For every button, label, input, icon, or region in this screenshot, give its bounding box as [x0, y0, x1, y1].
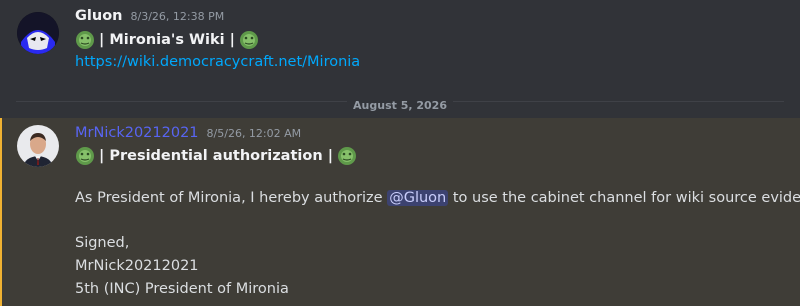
user-mention[interactable]: @Gluon [387, 190, 449, 206]
body-text-before: As President of Mironia, I hereby author… [75, 190, 388, 206]
message-gluon: Gluon 8/3/26, 12:38 PM | Mironia's Wiki … [0, 0, 800, 84]
author-name[interactable]: Gluon [75, 8, 122, 24]
avatar[interactable] [17, 125, 59, 167]
avatar[interactable] [17, 12, 59, 54]
message-mrnick: MrNick20212021 8/5/26, 12:02 AM | Presid… [0, 118, 800, 306]
timestamp[interactable]: 8/3/26, 12:38 PM [130, 10, 224, 23]
date-divider: August 5, 2026 [0, 94, 800, 113]
message-title-line: | Mironia's Wiki | [75, 30, 259, 50]
sign-title-line: 5th (INC) President of Mironia [75, 281, 289, 297]
signed-line: Signed, [75, 235, 130, 251]
message-title: | Presidential authorization | [99, 148, 333, 164]
message-title-line: | Presidential authorization | [75, 146, 357, 166]
body-text-after: to use the cabinet channel for wiki sour… [448, 190, 800, 206]
sign-name-line: MrNick20212021 [75, 258, 199, 274]
message-link-line: https://wiki.democracycraft.net/Mironia [75, 54, 360, 70]
message-title: | Mironia's Wiki | [99, 32, 235, 48]
date-divider-label: August 5, 2026 [347, 99, 453, 112]
timestamp[interactable]: 8/5/26, 12:02 AM [207, 127, 302, 140]
frog-emoji-icon[interactable] [75, 30, 95, 50]
mention-highlight-bar [0, 118, 2, 306]
frog-emoji-icon[interactable] [337, 146, 357, 166]
author-name[interactable]: MrNick20212021 [75, 125, 199, 141]
message-header: MrNick20212021 8/5/26, 12:02 AM [75, 125, 301, 141]
message-body-line: As President of Mironia, I hereby author… [75, 190, 800, 206]
frog-emoji-icon[interactable] [239, 30, 259, 50]
frog-emoji-icon[interactable] [75, 146, 95, 166]
message-header: Gluon 8/3/26, 12:38 PM [75, 8, 224, 24]
wiki-link[interactable]: https://wiki.democracycraft.net/Mironia [75, 54, 360, 70]
